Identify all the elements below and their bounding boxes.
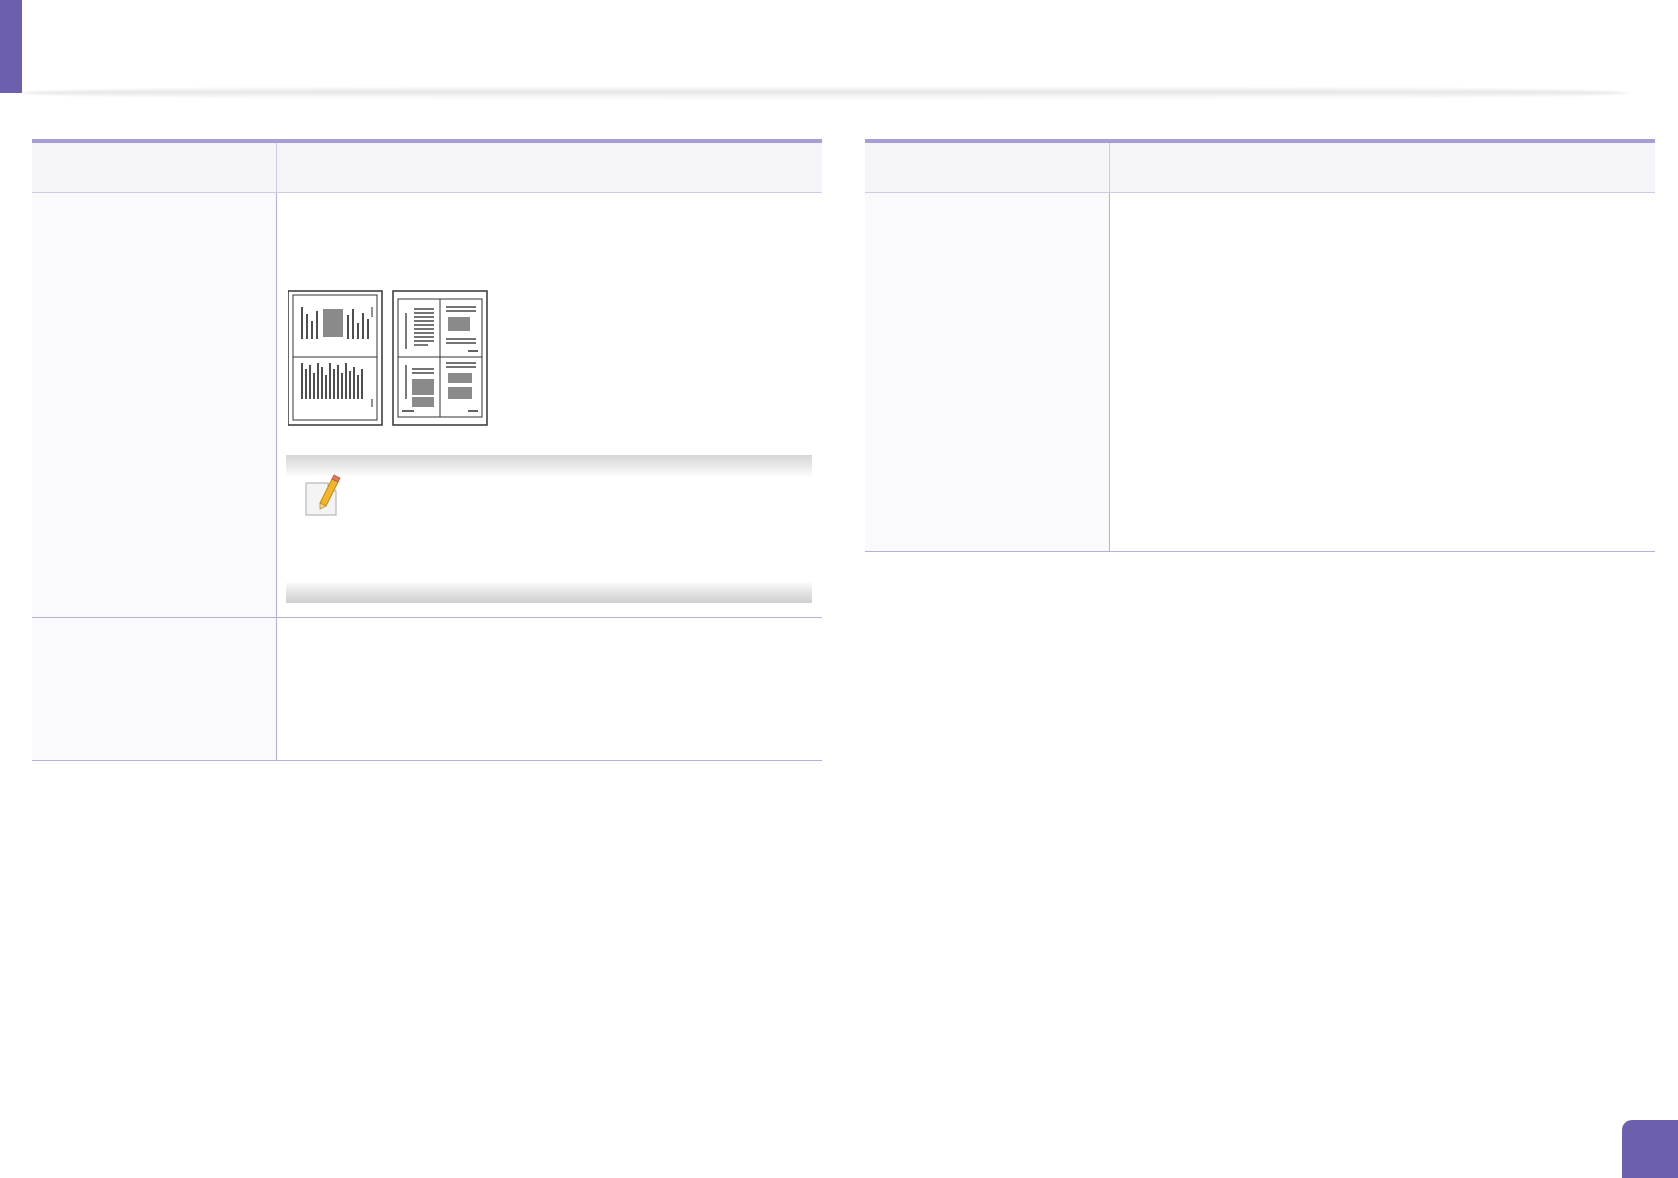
note-bottom-band — [286, 581, 812, 603]
row-label-cell — [865, 193, 1110, 551]
note-top-band — [286, 455, 812, 477]
note-pencil-icon — [298, 473, 344, 519]
row-description-text — [1110, 193, 1142, 221]
page-2up-booklet-icon — [392, 290, 488, 426]
row-label-cell — [32, 618, 277, 760]
page-number-badge — [1622, 1120, 1678, 1178]
header-cell-description — [1110, 143, 1142, 171]
row-description-text — [277, 618, 309, 646]
header-cell-description — [277, 143, 309, 171]
table-row — [865, 193, 1655, 552]
note-box — [286, 455, 812, 603]
header-divider — [22, 86, 1628, 100]
row-label-cell — [32, 193, 277, 617]
table-row — [32, 193, 822, 618]
note-text — [350, 479, 382, 507]
header-cell-option — [865, 143, 1110, 192]
table-row — [32, 618, 822, 761]
row-description-text — [277, 193, 309, 221]
table-header-row — [32, 143, 822, 193]
right-settings-table — [865, 139, 1655, 552]
left-settings-table — [32, 139, 822, 761]
header-cell-option — [32, 143, 277, 192]
table-header-row — [865, 143, 1655, 193]
page-layout-illustration — [287, 289, 508, 429]
page-poster-icon — [287, 290, 383, 426]
chapter-accent-tab — [0, 0, 22, 93]
